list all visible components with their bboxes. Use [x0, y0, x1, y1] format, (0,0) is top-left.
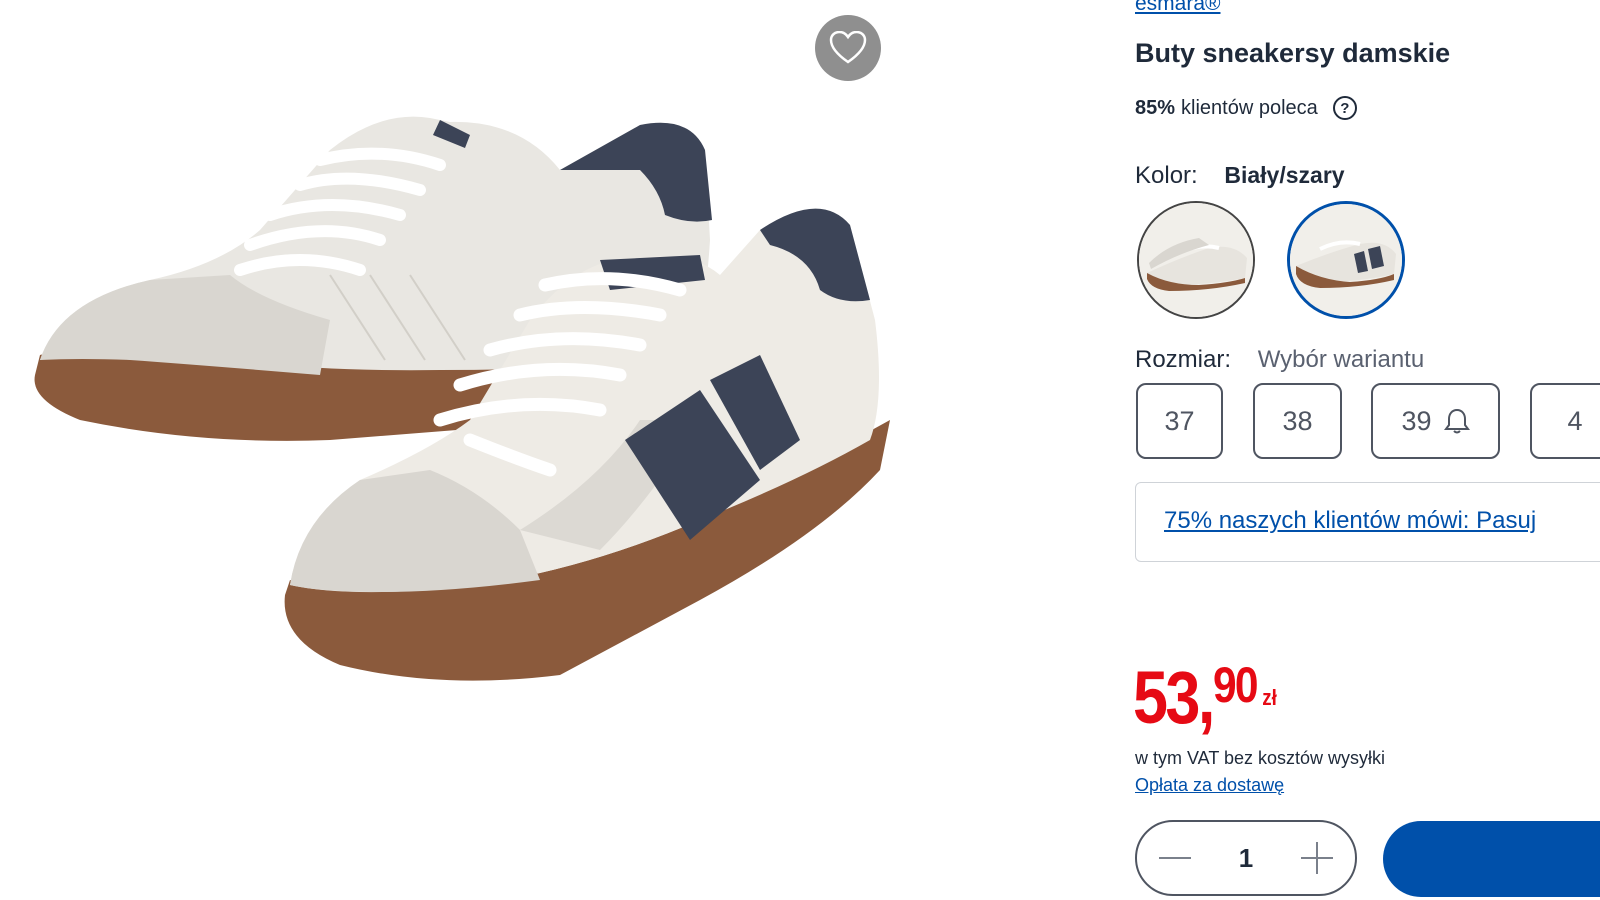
white-sneaker-swatch-image	[1139, 203, 1253, 317]
recommendation-info: 85% klientów poleca ?	[1135, 96, 1357, 120]
size-option-38[interactable]: 38	[1253, 383, 1342, 459]
question-icon[interactable]: ?	[1332, 96, 1357, 120]
size-option-39[interactable]: 39	[1371, 383, 1500, 459]
price-main: 53,	[1133, 656, 1215, 739]
product-details: esmara® Buty sneakersy damskie 85% klien…	[1133, 0, 1600, 900]
price: 53, 90 zł	[1133, 655, 1278, 741]
recommend-percent: 85%	[1135, 96, 1176, 119]
size-selector-label: Rozmiar: Wybór wariantu	[1135, 346, 1424, 374]
plus-icon	[1301, 842, 1333, 874]
heart-icon	[829, 31, 867, 64]
price-currency: zł	[1261, 685, 1277, 710]
color-selected-value: Biały/szary	[1224, 162, 1345, 188]
size-option-40[interactable]: 4	[1530, 383, 1600, 459]
grey-striped-sneaker-swatch-image	[1290, 204, 1402, 316]
product-gallery	[0, 0, 1100, 900]
size-option-37[interactable]: 37	[1136, 383, 1223, 459]
size-option-label: 38	[1282, 405, 1313, 436]
quantity-decrease-button[interactable]	[1157, 840, 1193, 876]
quantity-value[interactable]: 1	[1239, 843, 1253, 874]
add-to-cart-button[interactable]	[1383, 821, 1600, 897]
fit-info-link[interactable]: 75% naszych klientów mówi: Pasuj	[1164, 507, 1536, 535]
size-label: Rozmiar:	[1135, 346, 1232, 373]
color-swatch-grey[interactable]	[1287, 201, 1405, 319]
delivery-fee-link[interactable]: Opłata za dostawę	[1135, 775, 1284, 796]
size-option-label: 37	[1164, 405, 1195, 436]
brand-link[interactable]: esmara®	[1135, 0, 1221, 16]
recommend-text: klientów poleca	[1181, 96, 1318, 119]
price-cents: 90	[1212, 657, 1259, 713]
size-hint: Wybór wariantu	[1257, 346, 1425, 373]
quantity-increase-button[interactable]	[1299, 840, 1335, 876]
fit-info-box: 75% naszych klientów mówi: Pasuj	[1135, 482, 1600, 562]
product-title: Buty sneakersy damskie	[1135, 38, 1451, 68]
size-option-label: 39	[1401, 405, 1432, 436]
bell-icon	[1443, 408, 1470, 434]
quantity-stepper: 1	[1135, 820, 1357, 896]
size-option-label: 4	[1567, 405, 1583, 436]
color-label: Kolor:	[1135, 162, 1198, 189]
color-swatch-white[interactable]	[1137, 201, 1255, 319]
favorite-button[interactable]	[815, 15, 881, 81]
product-page: esmara® Buty sneakersy damskie 85% klien…	[0, 0, 1600, 900]
minus-icon	[1159, 857, 1191, 859]
vat-info: w tym VAT bez kosztów wysyłki	[1135, 748, 1386, 768]
product-image	[34, 116, 891, 681]
color-selector-label: Kolor: Biały/szary	[1135, 162, 1345, 190]
